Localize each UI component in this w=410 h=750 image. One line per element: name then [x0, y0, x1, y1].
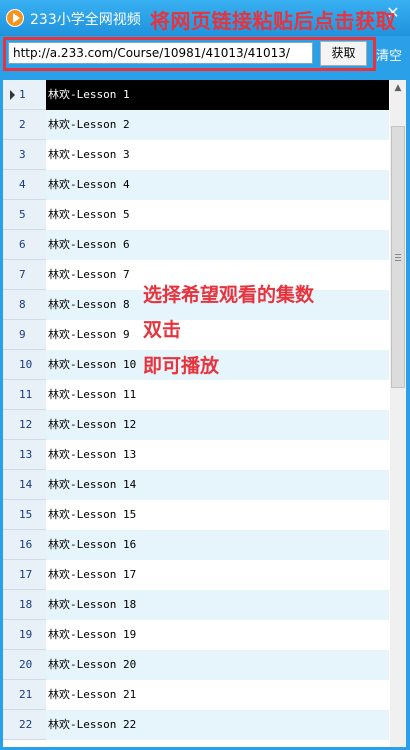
lesson-row[interactable]: 3 林欢-Lesson 3	[3, 140, 389, 170]
lesson-title: 林欢-Lesson 12	[48, 418, 137, 431]
lesson-row[interactable]: 6 林欢-Lesson 6	[3, 230, 389, 260]
lesson-title: 林欢-Lesson 3	[48, 148, 130, 161]
lesson-number: 6	[3, 230, 46, 260]
lesson-title: 林欢-Lesson 15	[48, 508, 137, 521]
lesson-title: 林欢-Lesson 11	[48, 388, 137, 401]
lesson-title: 林欢-Lesson 19	[48, 628, 137, 641]
lesson-row[interactable]: 22 林欢-Lesson 22	[3, 710, 389, 740]
lesson-row[interactable]: 13 林欢-Lesson 13	[3, 440, 389, 470]
lesson-row[interactable]: 20 林欢-Lesson 20	[3, 650, 389, 680]
window-title: 233小学全网视频	[30, 12, 141, 28]
current-row-arrow-icon	[10, 90, 15, 100]
lesson-number: 8	[3, 290, 46, 320]
lesson-number: 2	[3, 110, 46, 140]
play-logo-icon	[6, 9, 24, 27]
lesson-number: 16	[3, 530, 46, 560]
annotation-select-episode: 选择希望观看的集数	[143, 284, 315, 306]
lesson-title: 林欢-Lesson 22	[48, 718, 137, 731]
lesson-row[interactable]: 14 林欢-Lesson 14	[3, 470, 389, 500]
annotation-play: 即可播放	[143, 355, 220, 377]
lesson-number: 14	[3, 470, 46, 500]
lesson-title: 林欢-Lesson 21	[48, 688, 137, 701]
annotation-double-click: 双击	[143, 319, 182, 341]
annotation-top: 将网页链接粘贴后点击获取	[150, 9, 396, 33]
lesson-title: 林欢-Lesson 8	[48, 298, 130, 311]
lesson-row[interactable]: 11 林欢-Lesson 11	[3, 380, 389, 410]
lesson-number: 9	[3, 320, 46, 350]
lesson-title: 林欢-Lesson 16	[48, 538, 137, 551]
scroll-up-arrow-icon[interactable]: ▲	[390, 80, 406, 96]
clear-button[interactable]: 清空	[376, 45, 402, 64]
lesson-title: 林欢-Lesson 5	[48, 208, 130, 221]
lesson-title: 林欢-Lesson 6	[48, 238, 130, 251]
lesson-number: 3	[3, 140, 46, 170]
lesson-row[interactable]: 1 林欢-Lesson 1	[3, 80, 389, 110]
lesson-number: 18	[3, 590, 46, 620]
lesson-row[interactable]: 19 林欢-Lesson 19	[3, 620, 389, 650]
lesson-row[interactable]: 16 林欢-Lesson 16	[3, 530, 389, 560]
lesson-list[interactable]: 1 林欢-Lesson 1 2 林欢-Lesson 2 3 林欢-Lesson 3 4 林欢-…	[3, 80, 406, 747]
lesson-title: 林欢-Lesson 14	[48, 478, 137, 491]
lesson-number: 11	[3, 380, 46, 410]
url-input[interactable]	[8, 42, 313, 64]
lesson-row[interactable]: 4 林欢-Lesson 4	[3, 170, 389, 200]
lesson-title: 林欢-Lesson 13	[48, 448, 137, 461]
lesson-number: 22	[3, 710, 46, 740]
lesson-number: 13	[3, 440, 46, 470]
lesson-row[interactable]: 15 林欢-Lesson 15	[3, 500, 389, 530]
lesson-number: 15	[3, 500, 46, 530]
lesson-title: 林欢-Lesson 9	[48, 328, 130, 341]
vertical-scrollbar[interactable]: ▲	[390, 80, 406, 747]
lesson-title: 林欢-Lesson 10	[48, 358, 137, 371]
lesson-number: 19	[3, 620, 46, 650]
lesson-number: 4	[3, 170, 46, 200]
lesson-number: 17	[3, 560, 46, 590]
lesson-number: 7	[3, 260, 46, 290]
lesson-title: 林欢-Lesson 4	[48, 178, 130, 191]
lesson-number: 12	[3, 410, 46, 440]
lesson-title: 林欢-Lesson 18	[48, 598, 137, 611]
lesson-title: 林欢-Lesson 2	[48, 118, 130, 131]
lesson-title: 林欢-Lesson 7	[48, 268, 130, 281]
lesson-row[interactable]: 9 林欢-Lesson 9	[3, 320, 389, 350]
lesson-number: 10	[3, 350, 46, 380]
lesson-number: 20	[3, 650, 46, 680]
lesson-number: 21	[3, 680, 46, 710]
fetch-button[interactable]: 获取	[320, 41, 367, 66]
lesson-row[interactable]: 2 林欢-Lesson 2	[3, 110, 389, 140]
scroll-thumb[interactable]	[391, 126, 405, 388]
lesson-row[interactable]: 17 林欢-Lesson 17	[3, 560, 389, 590]
lesson-row[interactable]: 12 林欢-Lesson 12	[3, 410, 389, 440]
lesson-row[interactable]: 21 林欢-Lesson 21	[3, 680, 389, 710]
lesson-title: 林欢-Lesson 17	[48, 568, 137, 581]
lesson-number: 5	[3, 200, 46, 230]
lesson-title: 林欢-Lesson 20	[48, 658, 137, 671]
lesson-row[interactable]: 5 林欢-Lesson 5	[3, 200, 389, 230]
lesson-title: 林欢-Lesson 1	[48, 88, 130, 101]
lesson-row[interactable]: 18 林欢-Lesson 18	[3, 590, 389, 620]
